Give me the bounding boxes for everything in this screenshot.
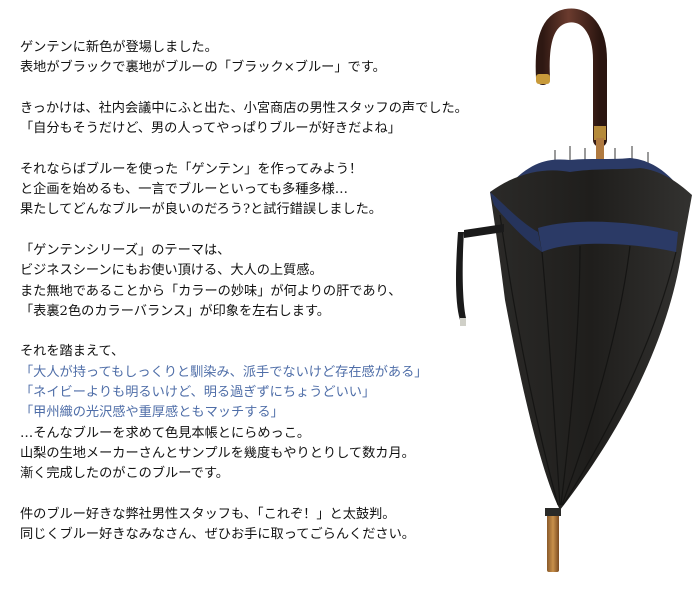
article-body: ゲンテンに新色が登場しました。 表地がブラックで裏地がブルーの「ブラック×ブルー… <box>20 38 490 545</box>
handle-crook <box>535 8 607 147</box>
text-line: 果たしてどんなブルーが良いのだろう?と試行錯誤しました。 <box>20 202 382 218</box>
handle-tip-cap <box>536 74 550 84</box>
text-line: 「自分もそうだけど、男の人ってやっぱりブルーが好きだよね」 <box>20 121 401 137</box>
text-line: 山梨の生地メーカーさんとサンプルを幾度もやりとりして数カ月。 <box>20 445 415 461</box>
text-line: 件のブルー好きな弊社男性スタッフも、「これぞ！」と太鼓判。 <box>20 506 396 522</box>
shaft-ferrule <box>594 126 606 140</box>
text-line: …そんなブルーを求めて色見本帳とにらめっこ。 <box>20 425 311 441</box>
umbrella-tip <box>547 510 559 572</box>
accent-quote-line: 「甲州織の光沢感や重厚感ともマッチする」 <box>20 405 284 421</box>
accent-quote-line: 「大人が持ってもしっくりと馴染み、派手でないけど存在感がある」 <box>20 364 428 380</box>
text-line: また無地であることから「カラーの妙味」が何よりの肝であり、 <box>20 283 402 299</box>
text-line: 同じくブルー好きなみなさん、ぜひお手に取ってごらんください。 <box>20 527 415 543</box>
text-line: きっかけは、社内会議中にふと出た、小宮商店の男性スタッフの声でした。 <box>20 100 468 116</box>
text-line: と企画を始めるも、一言でブルーといっても多種多様… <box>20 182 348 198</box>
text-line: 「表裏2色のカラーバランス」が印象を左右します。 <box>20 303 330 319</box>
accent-quote-line: 「ネイビーよりも明るいけど、明る過ぎずにちょうどいい」 <box>20 385 376 401</box>
text-line: 表地がブラックで裏地がブルーの「ブラック×ブルー」です。 <box>20 60 386 76</box>
paragraph-closing: 件のブルー好きな弊社男性スタッフも、「これぞ！」と太鼓判。 同じくブルー好きなみ… <box>20 505 490 546</box>
text-line: 「ゲンテンシリーズ」のテーマは、 <box>20 242 231 258</box>
paragraph-planning: それならばブルーを使った「ゲンテン」を作ってみよう！ と企画を始めるも、一言でブ… <box>20 160 490 221</box>
closed-umbrella-icon <box>456 8 692 572</box>
text-line: ビジネスシーンにもお使い頂ける、大人の上質感。 <box>20 263 323 279</box>
paragraph-origin: きっかけは、社内会議中にふと出た、小宮商店の男性スタッフの声でした。 「自分もそ… <box>20 99 490 140</box>
paragraph-theme: 「ゲンテンシリーズ」のテーマは、 ビジネスシーンにもお使い頂ける、大人の上質感。… <box>20 241 490 322</box>
closing-strap <box>456 232 466 320</box>
paragraph-requirements: それを踏まえて、 「大人が持ってもしっくりと馴染み、派手でないけど存在感がある」… <box>20 342 490 484</box>
text-line: それならばブルーを使った「ゲンテン」を作ってみよう！ <box>20 161 363 177</box>
text-line: それを踏まえて、 <box>20 344 125 360</box>
text-line: ゲンテンに新色が登場しました。 <box>20 40 218 55</box>
text-line: 漸く完成したのがこのブルーです。 <box>20 466 229 482</box>
strap-snap <box>460 318 466 326</box>
paragraph-intro: ゲンテンに新色が登場しました。 表地がブラックで裏地がブルーの「ブラック×ブルー… <box>20 38 490 79</box>
